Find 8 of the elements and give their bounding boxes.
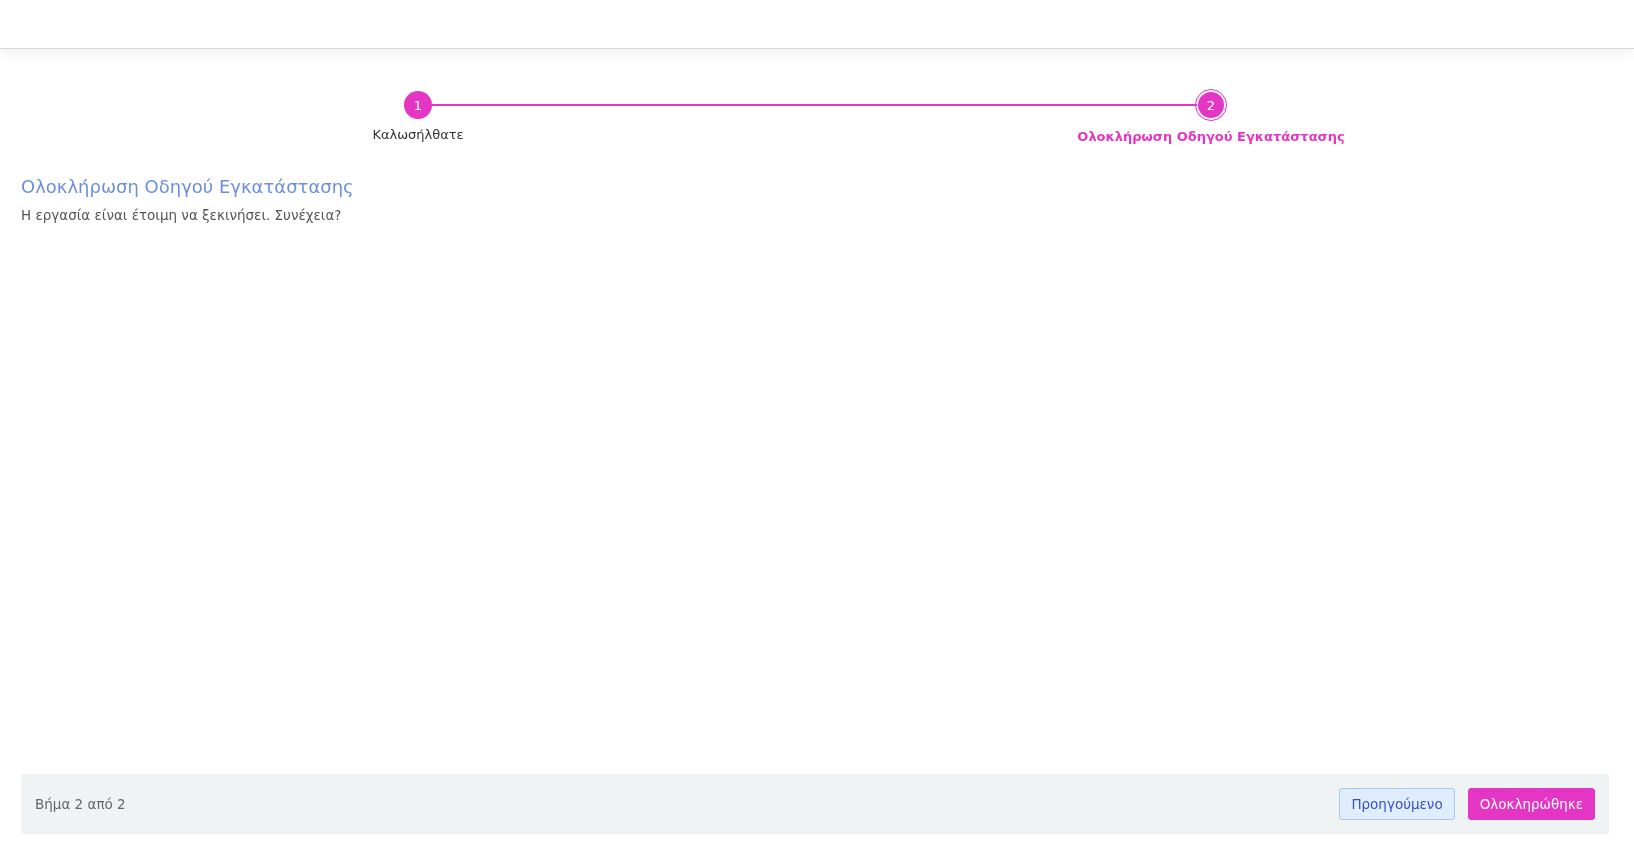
finish-button[interactable]: Ολοκληρώθηκε	[1467, 788, 1595, 820]
step-label: Καλωσήλθατε	[372, 127, 464, 142]
step-label: Ολοκλήρωση Οδηγού Εγκατάστασης	[1077, 129, 1345, 144]
step-circle[interactable]: 1	[404, 91, 432, 119]
section-title: Ολοκλήρωση Οδηγού Εγκατάστασης	[21, 176, 355, 197]
previous-button[interactable]: Προηγούμενο	[1339, 788, 1455, 820]
step-counter: Βήμα 2 από 2	[35, 796, 126, 812]
section-text: Η εργασία είναι έτοιμη να ξεκινήσει. Συνέχεια?	[21, 207, 343, 223]
